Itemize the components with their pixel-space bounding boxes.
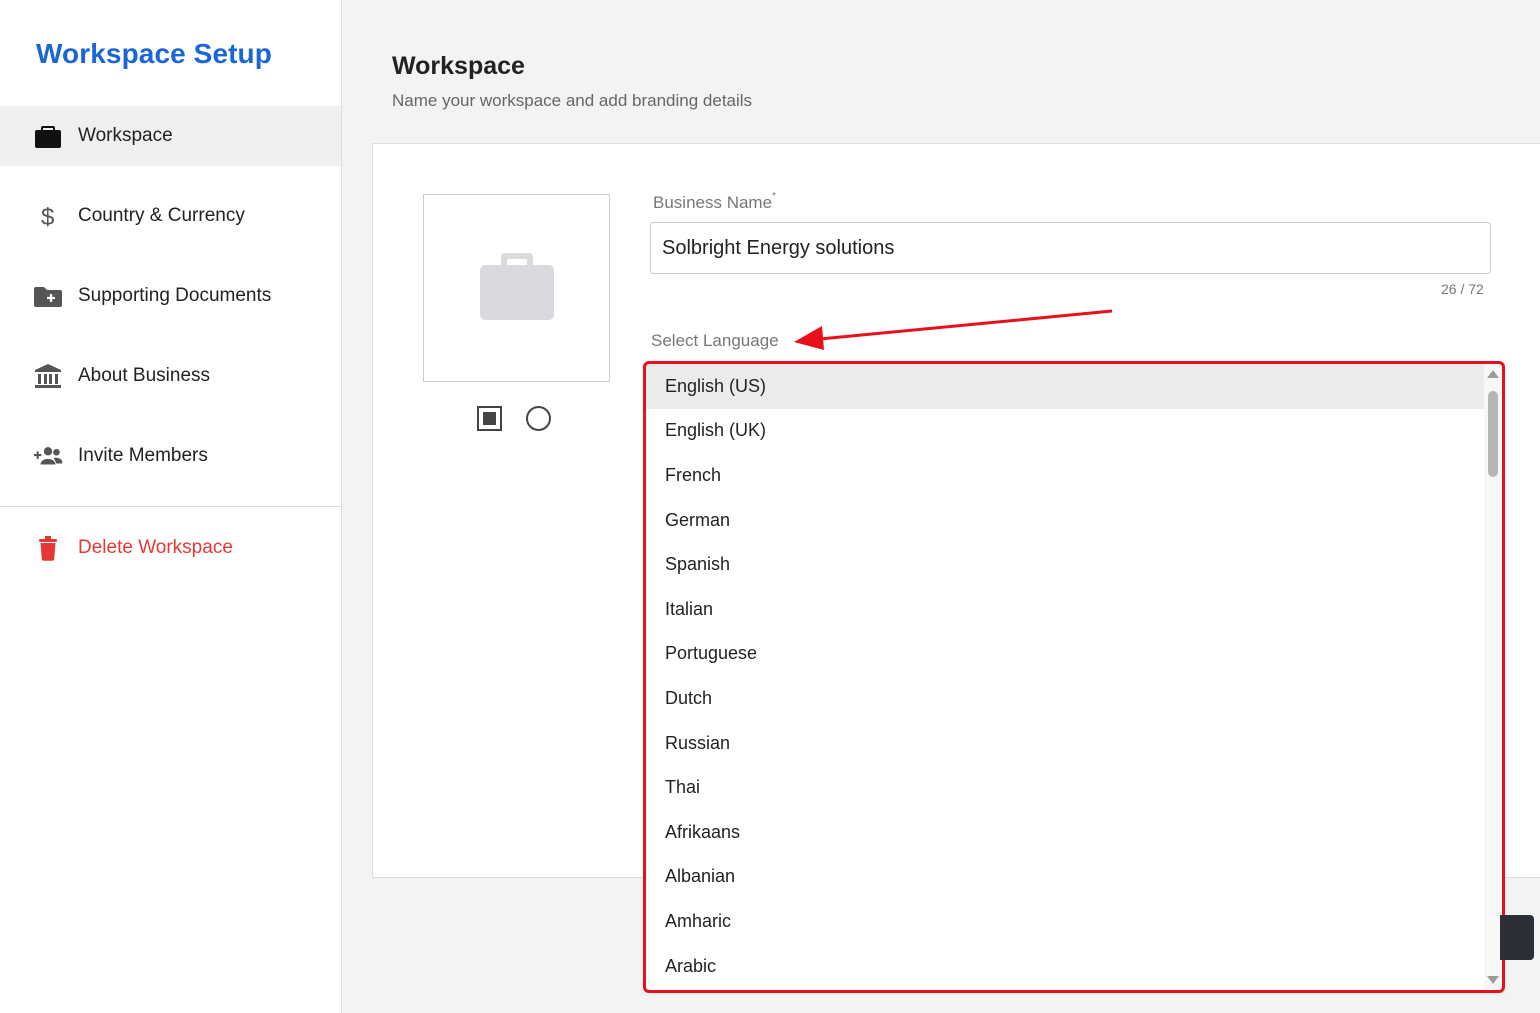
language-option[interactable]: Portuguese (646, 632, 1484, 677)
sidebar-item-supporting-documents[interactable]: Supporting Documents (0, 266, 341, 326)
character-counter: 26 / 72 (1441, 281, 1484, 297)
scroll-down-arrow-icon[interactable] (1487, 976, 1499, 984)
sidebar: Workspace Setup Workspace $ Country & Cu… (0, 0, 342, 1013)
sidebar-item-invite-members[interactable]: Invite Members (0, 426, 341, 486)
briefcase-icon (33, 121, 63, 151)
page-subtitle: Name your workspace and add branding det… (392, 91, 753, 110)
language-dropdown[interactable]: English (US) English (UK) French German Span… (646, 364, 1502, 990)
language-option[interactable]: Russian (646, 721, 1484, 766)
language-option[interactable]: Afrikaans (646, 810, 1484, 855)
language-option[interactable]: Amharic (646, 899, 1484, 944)
language-option[interactable]: Dutch (646, 676, 1484, 721)
business-name-label-text: Business Name (653, 193, 773, 212)
language-option[interactable]: English (UK) (646, 409, 1484, 454)
svg-text:$: $ (41, 204, 54, 230)
business-name-input[interactable] (650, 222, 1491, 274)
language-option[interactable]: Arabic (646, 944, 1484, 989)
square-shape-icon[interactable] (477, 406, 502, 431)
folder-add-icon (33, 281, 63, 311)
scrollbar-thumb[interactable] (1488, 391, 1498, 477)
dropdown-scrollbar[interactable] (1484, 364, 1502, 990)
primary-action-button[interactable] (1500, 915, 1534, 960)
sidebar-item-label: Country & Currency (78, 205, 245, 226)
language-options-list: English (US) English (UK) French German Span… (646, 364, 1484, 988)
language-option[interactable]: Italian (646, 587, 1484, 632)
scroll-up-arrow-icon[interactable] (1487, 370, 1499, 378)
required-mark: * (772, 191, 776, 202)
sidebar-item-country-currency[interactable]: $ Country & Currency (0, 186, 341, 246)
sidebar-divider (0, 506, 341, 507)
language-option[interactable]: French (646, 453, 1484, 498)
sidebar-item-label: Invite Members (78, 445, 208, 466)
language-option[interactable]: Thai (646, 765, 1484, 810)
briefcase-icon (479, 251, 554, 326)
sidebar-item-label: Supporting Documents (78, 285, 272, 306)
language-option[interactable]: Spanish (646, 542, 1484, 587)
circle-shape-icon[interactable] (526, 406, 551, 431)
delete-workspace-label: Delete Workspace (78, 537, 233, 558)
language-option[interactable]: Albanian (646, 855, 1484, 900)
sidebar-item-about-business[interactable]: About Business (0, 346, 341, 406)
select-language-label: Select Language (651, 331, 779, 350)
trash-icon (33, 533, 63, 563)
delete-workspace-button[interactable]: Delete Workspace (0, 518, 341, 578)
language-option[interactable]: English (US) (646, 364, 1484, 409)
language-option[interactable]: German (646, 498, 1484, 543)
bank-icon (33, 361, 63, 391)
sidebar-title: Workspace Setup (36, 38, 272, 69)
dollar-icon: $ (33, 201, 63, 231)
sidebar-item-label: About Business (78, 365, 211, 386)
sidebar-item-label: Workspace (78, 125, 173, 146)
business-name-label: Business Name* (653, 191, 776, 213)
logo-upload[interactable] (423, 194, 610, 382)
page-title: Workspace (392, 52, 525, 80)
add-people-icon (33, 441, 63, 471)
sidebar-item-workspace[interactable]: Workspace (0, 106, 341, 166)
